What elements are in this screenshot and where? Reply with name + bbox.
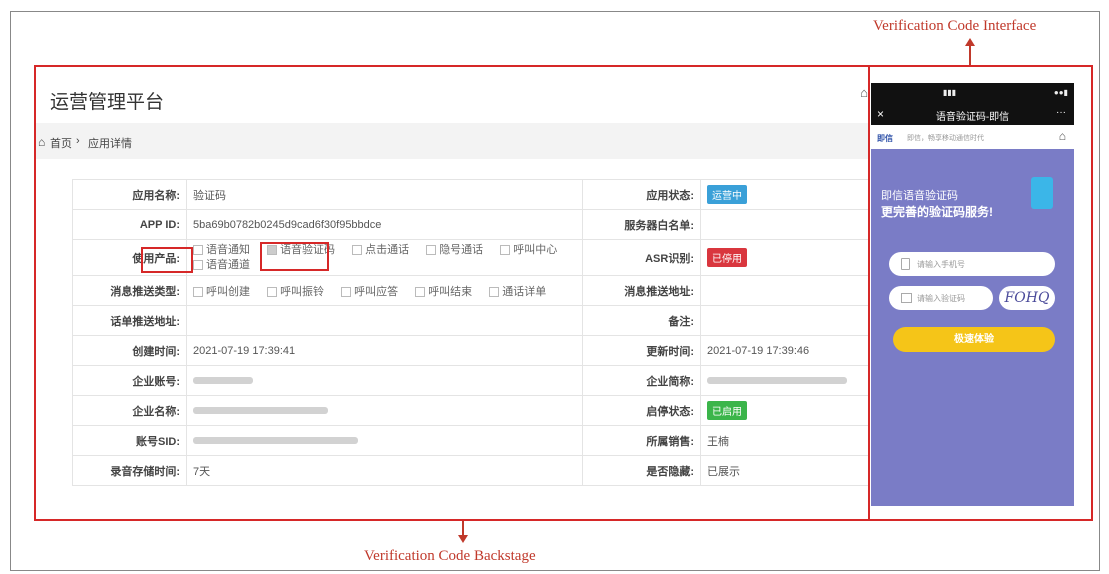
backstage-arrow-line: [462, 521, 464, 535]
interface-caption: Verification Code Interface: [873, 18, 1037, 34]
interface-arrow-line: [969, 45, 971, 65]
interface-highlight: [868, 65, 1093, 521]
backstage-arrow-head: [458, 535, 468, 543]
backstage-highlight: [34, 65, 870, 521]
backstage-caption: Verification Code Backstage: [364, 548, 536, 564]
